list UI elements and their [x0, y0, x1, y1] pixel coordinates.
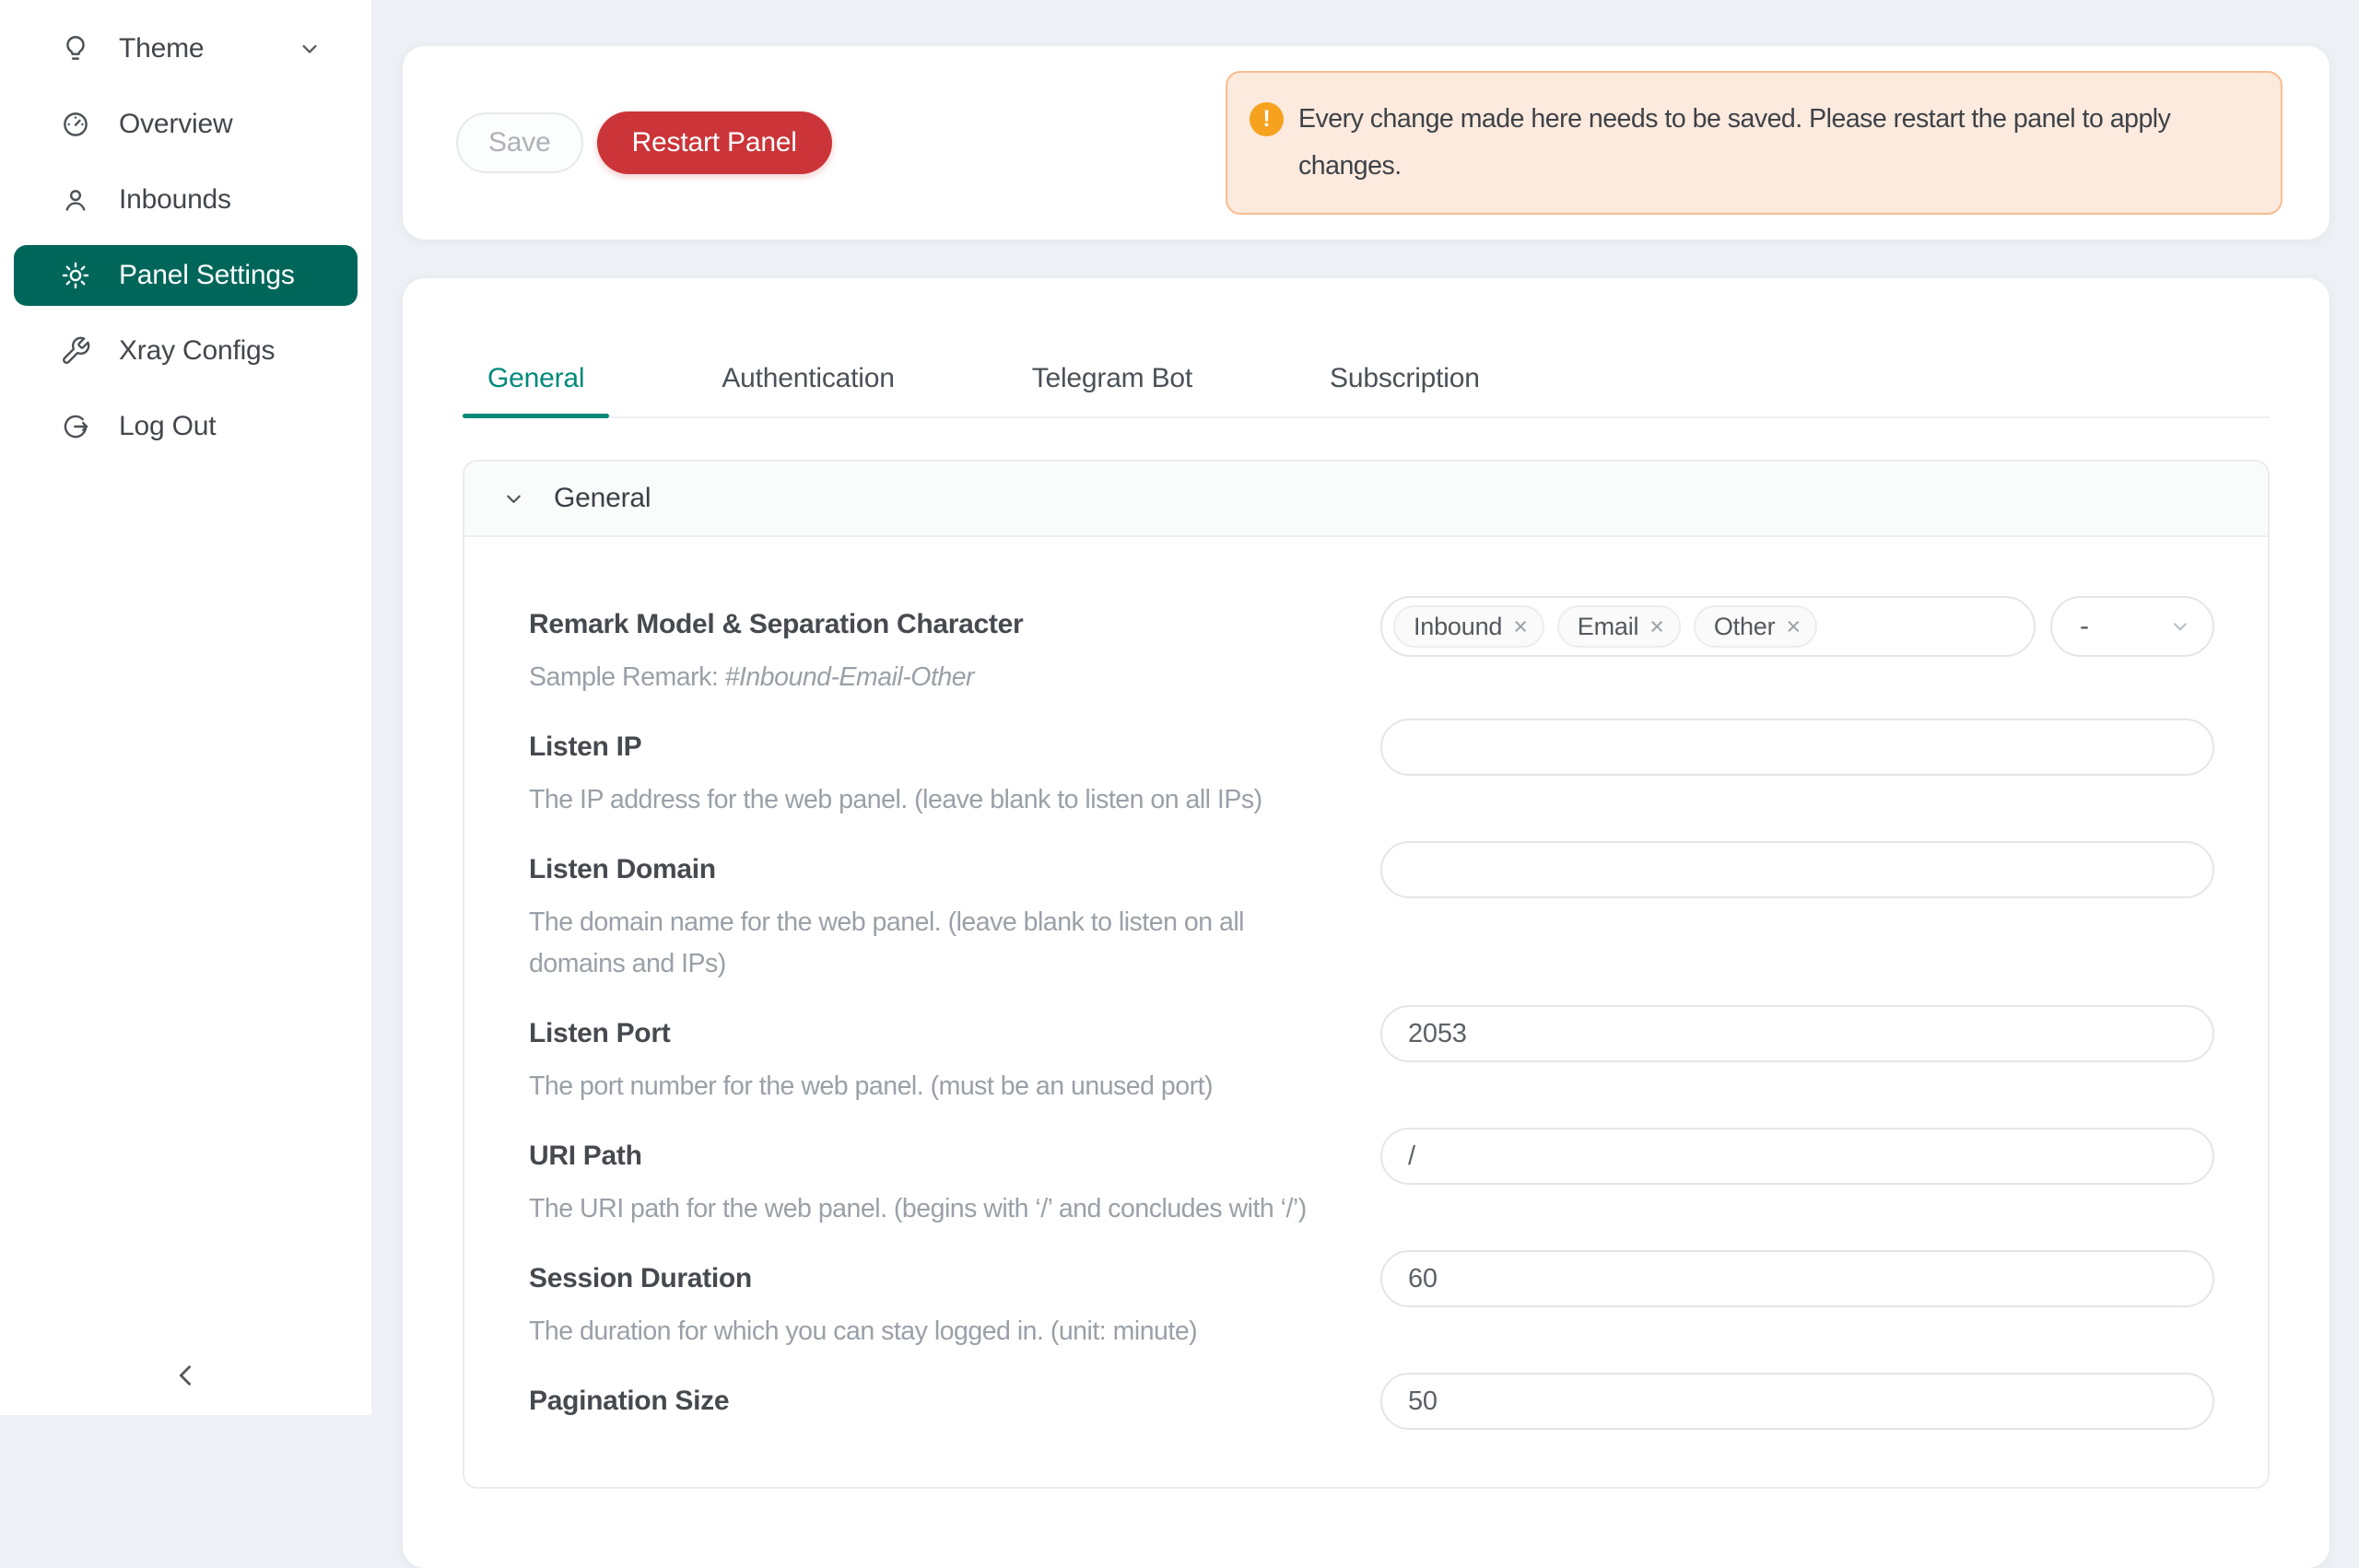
- exclamation-circle-icon: !: [1250, 102, 1284, 136]
- form-row-session-duration: Session Duration The duration for which …: [529, 1250, 2214, 1352]
- section-title: General: [554, 483, 651, 514]
- chevron-left-icon: [170, 1360, 202, 1391]
- tab-label: General: [487, 363, 584, 393]
- form-row-listen-port: Listen Port The port number for the web …: [529, 1005, 2214, 1107]
- listen-domain-input[interactable]: [1380, 841, 2214, 898]
- dashboard-icon: [60, 109, 91, 140]
- form-row-pagination-size: Pagination Size: [529, 1373, 2214, 1430]
- chevron-down-icon: [2168, 614, 2192, 638]
- remove-tag-icon[interactable]: ×: [1786, 614, 1801, 639]
- actions-card: Save Restart Panel ! Every change made h…: [403, 46, 2330, 240]
- field-description: The duration for which you can stay logg…: [529, 1311, 1380, 1352]
- sidebar-collapse-button[interactable]: [0, 1360, 371, 1391]
- settings-card: General Authentication Telegram Bot Subs…: [403, 278, 2330, 1568]
- user-icon: [60, 184, 91, 216]
- restart-panel-button[interactable]: Restart Panel: [597, 111, 832, 174]
- form-row-uri-path: URI Path The URI path for the web panel.…: [529, 1128, 2214, 1230]
- tag-inbound: Inbound ×: [1393, 605, 1544, 648]
- session-duration-input[interactable]: [1380, 1250, 2214, 1307]
- sidebar-item-inbounds[interactable]: Inbounds: [14, 170, 358, 230]
- chevron-down-icon: [501, 486, 526, 511]
- tab-general[interactable]: General: [463, 361, 609, 416]
- warning-alert-text: Every change made here needs to be saved…: [1298, 96, 2259, 190]
- save-button[interactable]: Save: [456, 112, 583, 173]
- tag-label: Email: [1578, 613, 1639, 641]
- sidebar-item-label: Panel Settings: [119, 260, 295, 291]
- chevron-down-icon: [297, 36, 323, 62]
- tag-other: Other ×: [1694, 605, 1817, 648]
- general-section-header[interactable]: General: [464, 462, 2268, 537]
- field-description: The IP address for the web panel. (leave…: [529, 779, 1380, 821]
- field-label: Remark Model & Separation Character: [529, 596, 1380, 653]
- tab-telegram-bot[interactable]: Telegram Bot: [1007, 361, 1217, 416]
- field-label: URI Path: [529, 1128, 1380, 1185]
- tag-label: Inbound: [1414, 613, 1502, 641]
- wrench-icon: [60, 335, 91, 367]
- sidebar-item-label: Inbounds: [119, 184, 231, 216]
- uri-path-input[interactable]: [1380, 1128, 2214, 1185]
- sidebar-item-label: Log Out: [119, 411, 216, 442]
- field-label: Listen Domain: [529, 841, 1380, 898]
- sidebar-item-label: Xray Configs: [119, 335, 275, 367]
- logout-icon: [60, 411, 91, 442]
- separation-character-select[interactable]: -: [2050, 596, 2214, 657]
- bulb-icon: [60, 33, 91, 64]
- form-row-remark-model-separation-character: Remark Model & Separation Character Samp…: [529, 596, 2214, 698]
- tag-label: Other: [1714, 613, 1776, 641]
- tab-subscription[interactable]: Subscription: [1305, 361, 1505, 416]
- field-label: Pagination Size: [529, 1373, 1380, 1430]
- sidebar-item-theme[interactable]: Theme: [14, 18, 358, 79]
- gear-icon: [60, 260, 91, 291]
- sidebar-item-label: Overview: [119, 109, 232, 140]
- tag-email: Email ×: [1557, 605, 1681, 648]
- listen-port-input[interactable]: [1380, 1005, 2214, 1062]
- field-description: The domain name for the web panel. (leav…: [529, 902, 1340, 985]
- tab-label: Telegram Bot: [1032, 363, 1192, 393]
- tab-bar: General Authentication Telegram Bot Subs…: [463, 278, 2270, 418]
- sidebar-item-label: Theme: [119, 33, 204, 64]
- field-description: Sample Remark: #Inbound-Email-Other: [529, 657, 1380, 698]
- listen-ip-input[interactable]: [1380, 719, 2214, 776]
- sidebar-item-overview[interactable]: Overview: [14, 94, 358, 155]
- remove-tag-icon[interactable]: ×: [1649, 614, 1664, 639]
- tab-authentication[interactable]: Authentication: [697, 361, 919, 416]
- warning-alert: ! Every change made here needs to be sav…: [1226, 71, 2283, 215]
- tab-label: Authentication: [722, 363, 894, 393]
- field-label: Listen Port: [529, 1005, 1380, 1062]
- pagination-size-input[interactable]: [1380, 1373, 2214, 1430]
- main-content: Save Restart Panel ! Every change made h…: [371, 0, 2359, 1415]
- field-description: The URI path for the web panel. (begins …: [529, 1188, 1380, 1230]
- field-label: Session Duration: [529, 1250, 1380, 1307]
- tab-label: Subscription: [1330, 363, 1480, 393]
- general-form: Remark Model & Separation Character Samp…: [464, 537, 2268, 1487]
- form-row-listen-domain: Listen Domain The domain name for the we…: [529, 841, 2214, 985]
- sidebar: Theme Overview Inbounds Panel Settings X…: [0, 0, 371, 1415]
- sidebar-item-xray-configs[interactable]: Xray Configs: [14, 321, 358, 381]
- sidebar-nav: Theme Overview Inbounds Panel Settings X…: [0, 18, 371, 457]
- field-label: Listen IP: [529, 719, 1380, 776]
- remark-model-select[interactable]: Inbound × Email × Other ×: [1380, 596, 2036, 657]
- sidebar-item-log-out[interactable]: Log Out: [14, 396, 358, 457]
- selected-value: -: [2080, 611, 2089, 642]
- field-description: The port number for the web panel. (must…: [529, 1066, 1380, 1107]
- form-row-listen-ip: Listen IP The IP address for the web pan…: [529, 719, 2214, 821]
- sidebar-item-panel-settings[interactable]: Panel Settings: [14, 245, 358, 306]
- general-section: General Remark Model & Separation Charac…: [463, 460, 2270, 1489]
- remove-tag-icon[interactable]: ×: [1513, 614, 1528, 639]
